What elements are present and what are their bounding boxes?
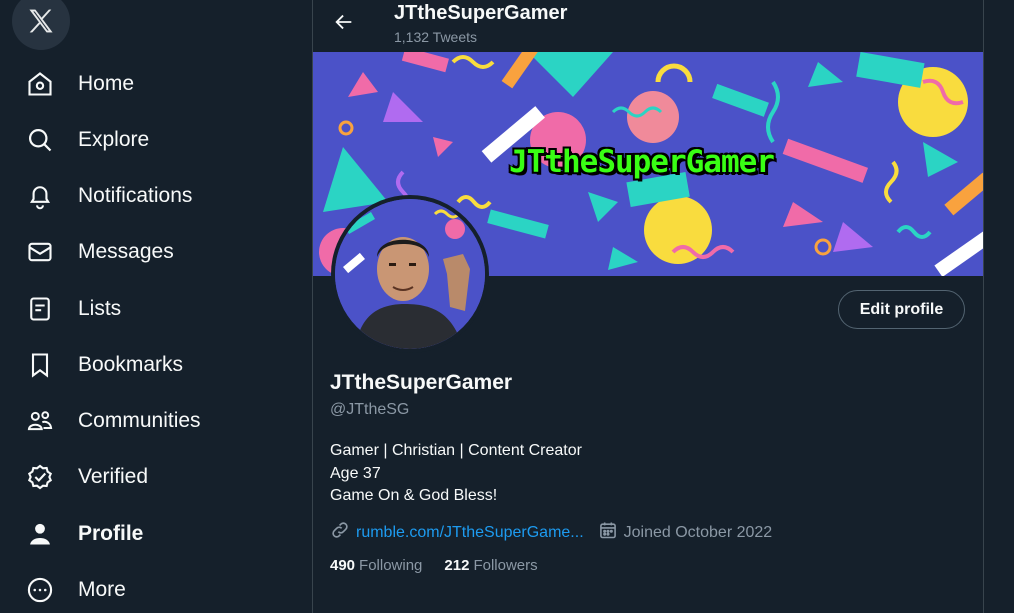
envelope-icon: [26, 238, 54, 266]
nav-communities[interactable]: Communities: [14, 395, 213, 447]
nav-notifications[interactable]: Notifications: [14, 170, 204, 222]
following-count: 490: [330, 557, 356, 574]
edit-profile-button[interactable]: Edit profile: [838, 290, 965, 329]
followers-link[interactable]: 212 Followers: [444, 557, 537, 574]
nav-explore[interactable]: Explore: [14, 114, 161, 166]
nav-label: Bookmarks: [78, 353, 184, 376]
followers-count: 212: [444, 557, 470, 574]
person-icon: [26, 520, 54, 548]
bio-line: Age 37: [330, 464, 381, 482]
sidebar: Home Explore Notifications Messages List…: [0, 0, 312, 613]
search-icon: [26, 126, 54, 154]
list-icon: [26, 295, 54, 323]
following-link[interactable]: 490 Following: [330, 557, 422, 574]
nav-label: Verified: [78, 465, 149, 488]
profile-bio: Gamer | Christian | Content Creator Age …: [330, 440, 582, 508]
tweet-count: 1,132 Tweets: [394, 29, 478, 45]
nav-profile[interactable]: Profile: [14, 508, 155, 560]
bio-line: Game On & God Bless!: [330, 487, 498, 504]
profile-handle: @JTtheSG: [330, 401, 410, 418]
nav-verified[interactable]: Verified: [14, 451, 160, 503]
back-arrow-icon[interactable]: [330, 8, 358, 36]
followers-label: Followers: [473, 557, 538, 574]
bell-icon: [26, 182, 54, 210]
people-icon: [26, 407, 54, 435]
nav-label: Lists: [78, 297, 122, 320]
more-circle-icon: [26, 576, 54, 604]
calendar-icon: [598, 520, 618, 545]
profile-link[interactable]: rumble.com/JTtheSuperGame...: [356, 524, 584, 542]
nav-label: More: [78, 578, 126, 601]
nav-label: Communities: [78, 409, 201, 432]
banner-title: JTtheSuperGamer: [509, 144, 775, 180]
avatar-photo: [335, 199, 485, 349]
nav-label: Messages: [78, 240, 174, 263]
avatar[interactable]: [331, 195, 489, 353]
following-label: Following: [359, 557, 423, 574]
x-logo-icon[interactable]: [12, 0, 70, 50]
link-icon: [330, 520, 350, 545]
nav-lists[interactable]: Lists: [14, 283, 133, 335]
nav-messages[interactable]: Messages: [14, 226, 186, 278]
nav-bookmarks[interactable]: Bookmarks: [14, 339, 195, 391]
profile-meta: rumble.com/JTtheSuperGame... Joined Octo…: [330, 520, 772, 545]
verified-icon: [26, 463, 54, 491]
nav-home[interactable]: Home: [14, 58, 146, 110]
nav-label: Explore: [78, 128, 150, 151]
header-title: JTtheSuperGamer: [394, 2, 568, 24]
nav-more[interactable]: More: [14, 564, 138, 613]
follow-stats: 490 Following 212 Followers: [330, 557, 538, 574]
nav-label: Notifications: [78, 184, 193, 207]
profile-name: JTtheSuperGamer: [330, 371, 513, 394]
bio-line: Gamer | Christian | Content Creator: [330, 442, 582, 459]
joined-date: Joined October 2022: [623, 523, 773, 541]
nav-label: Profile: [78, 522, 144, 545]
nav-label: Home: [78, 72, 135, 95]
bookmark-icon: [26, 351, 54, 379]
home-icon: [26, 70, 54, 98]
column-divider: [983, 0, 984, 613]
